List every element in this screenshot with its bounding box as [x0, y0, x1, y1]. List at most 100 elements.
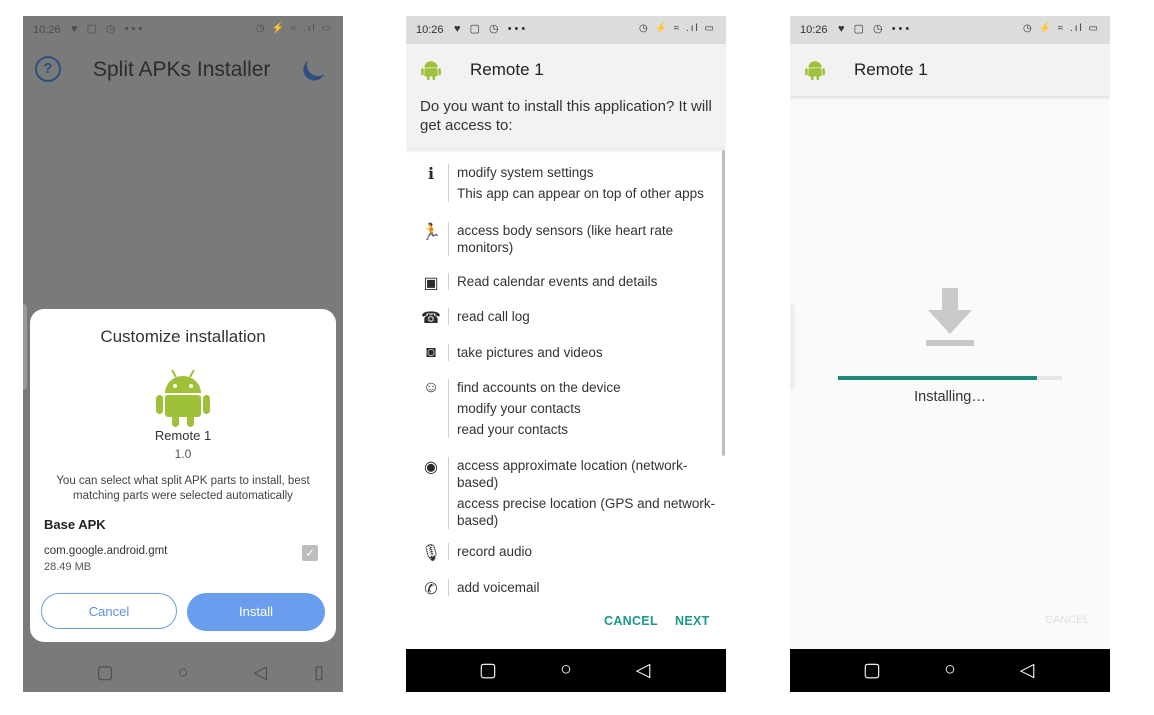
- install-progress-fill: [838, 376, 1038, 380]
- permission-line: access precise location (GPS and network…: [457, 496, 716, 528]
- status-left-icons: ♥ ▢ ◷ •••: [838, 23, 913, 35]
- install-progress-bar: [838, 376, 1062, 380]
- scrollbar[interactable]: [722, 150, 725, 456]
- navigation-bar: ▢ ○ ◁: [406, 649, 726, 692]
- status-bar: 10:26 ♥ ▢ ◷ ••• ◷ ⚡ ≈ .ıl ▭: [790, 16, 1110, 44]
- permission-line: take pictures and videos: [457, 345, 603, 360]
- home-icon[interactable]: ○: [551, 659, 581, 681]
- status-right-icons: ◷ ⚡ ≈ .ıl ▭: [255, 23, 333, 34]
- status-right-icons: ◷ ⚡ ≈ .ıl ▭: [638, 23, 716, 34]
- camera-icon: ◙: [426, 344, 436, 361]
- permission-divider: [448, 164, 449, 202]
- status-left-icons: ♥ ▢ ◷ •••: [71, 23, 146, 35]
- permission-line: access body sensors (like heart rate mon…: [457, 223, 674, 255]
- phone-screen-2: 10:26 ♥ ▢ ◷ ••• ◷ ⚡ ≈ .ıl ▭ Remote 1 Do …: [406, 16, 726, 692]
- permission-divider: [448, 222, 449, 256]
- edge-handle: [790, 304, 795, 390]
- home-icon[interactable]: ○: [168, 662, 198, 683]
- recents-icon[interactable]: ▢: [90, 662, 120, 683]
- microphone-icon: 🎙: [420, 545, 442, 562]
- permission-text: take pictures and videos: [457, 344, 719, 361]
- status-bar: 10:26 ♥ ▢ ◷ ••• ◷ ⚡ ≈ .ıl ▭: [23, 16, 343, 44]
- status-time: 10:26: [33, 24, 61, 36]
- cancel-button[interactable]: CANCEL: [604, 614, 658, 628]
- permission-text: find accounts on the device modify your c…: [457, 379, 719, 438]
- permission-text: access approximate location (network-bas…: [457, 457, 719, 529]
- permission-text: read call log: [457, 308, 719, 325]
- calendar-icon: ▣: [423, 275, 439, 292]
- permission-divider: [448, 579, 449, 596]
- screen-rotate-icon[interactable]: ▯: [304, 662, 334, 683]
- recents-icon[interactable]: ▢: [857, 659, 887, 682]
- permission-text: Read calendar events and details: [457, 273, 719, 290]
- install-header: Remote 1 Do you want to install this app…: [406, 44, 726, 148]
- app-name: Remote 1: [854, 60, 928, 79]
- app-bar: ? Split APKs Installer: [23, 52, 343, 92]
- status-bar: 10:26 ♥ ▢ ◷ ••• ◷ ⚡ ≈ .ıl ▭: [406, 16, 726, 44]
- permission-text: access body sensors (like heart rate mon…: [457, 222, 719, 256]
- back-icon[interactable]: ◁: [628, 659, 658, 682]
- app-version: 1.0: [174, 447, 192, 461]
- permission-line: access approximate location (network-bas…: [457, 458, 688, 490]
- location-icon: ◉: [424, 459, 438, 476]
- call-log-icon: ☎: [421, 310, 441, 327]
- permission-list[interactable]: ℹ modify system settings This app can appe…: [406, 150, 726, 600]
- installing-status: Installing…: [914, 389, 986, 405]
- android-robot-icon: [156, 369, 210, 427]
- dialog-title: Customize installation: [100, 327, 266, 346]
- back-icon[interactable]: ◁: [245, 662, 275, 683]
- permission-divider: [448, 344, 449, 361]
- status-right-icons: ◷ ⚡ ≈ .ıl ▭: [1022, 23, 1100, 34]
- navigation-bar: ▢ ○ ◁: [790, 649, 1110, 692]
- section-title-base-apk: Base APK: [44, 517, 106, 532]
- edge-handle: [23, 304, 27, 390]
- contacts-icon: ☺: [422, 379, 440, 396]
- back-icon[interactable]: ◁: [1012, 659, 1042, 682]
- permission-line: find accounts on the device: [457, 380, 621, 395]
- android-robot-icon: [421, 61, 441, 80]
- permission-line: read call log: [457, 309, 530, 324]
- phone-info-icon: ℹ: [427, 166, 435, 183]
- permission-text: modify system settings This app can appea…: [457, 164, 719, 202]
- voicemail-icon: ✆: [424, 581, 438, 598]
- android-robot-icon: [805, 61, 825, 80]
- phone-screen-3: 10:26 ♥ ▢ ◷ ••• ◷ ⚡ ≈ .ıl ▭ Remote 1 Ins…: [790, 16, 1110, 692]
- status-left-icons: ♥ ▢ ◷ •••: [454, 23, 529, 35]
- permission-text: add voicemail: [457, 579, 719, 596]
- permission-line: modify your contacts: [457, 401, 581, 416]
- permission-divider: [448, 379, 449, 438]
- customize-installation-dialog: Customize installation Remote 1 1.0 You …: [30, 309, 336, 642]
- permission-line: read your contacts: [457, 422, 569, 437]
- package-size: 28.49 MB: [44, 561, 92, 573]
- recents-icon[interactable]: ▢: [473, 659, 503, 682]
- install-button[interactable]: Install: [187, 593, 325, 631]
- install-header: Remote 1: [790, 44, 1110, 96]
- phone-screen-1: 10:26 ♥ ▢ ◷ ••• ◷ ⚡ ≈ .ıl ▭ ? Split APKs…: [23, 16, 343, 692]
- install-question: Do you want to install this application?…: [420, 98, 712, 134]
- run-icon: 🏃: [421, 224, 441, 241]
- permission-line: This app can appear on top of other apps: [457, 186, 704, 201]
- download-icon: [926, 288, 974, 346]
- package-name: com.google.android.gmt: [44, 545, 168, 557]
- app-name: Remote 1: [470, 60, 544, 79]
- permission-line: record audio: [457, 544, 533, 559]
- home-icon[interactable]: ○: [935, 659, 965, 681]
- navigation-bar: ▢ ○ ◁ ▯: [23, 656, 343, 692]
- cancel-button-disabled: CANCEL: [1045, 614, 1090, 626]
- permission-line: add voicemail: [457, 580, 540, 595]
- help-icon[interactable]: ?: [35, 56, 61, 82]
- permission-line: modify system settings: [457, 165, 594, 180]
- next-button[interactable]: NEXT: [675, 614, 710, 628]
- dialog-description: You can select what split APK parts to i…: [56, 475, 310, 502]
- permission-divider: [448, 308, 449, 325]
- base-apk-checkbox[interactable]: ✓: [302, 545, 318, 561]
- dark-mode-moon-icon[interactable]: [304, 51, 332, 79]
- permission-text: record audio: [457, 543, 719, 560]
- app-name: Remote 1: [154, 428, 212, 443]
- permission-divider: [448, 543, 449, 560]
- cancel-button[interactable]: Cancel: [41, 593, 177, 629]
- permission-line: Read calendar events and details: [457, 274, 658, 289]
- app-title: Split APKs Installer: [93, 58, 271, 81]
- status-time: 10:26: [416, 24, 444, 36]
- permission-divider: [448, 273, 449, 290]
